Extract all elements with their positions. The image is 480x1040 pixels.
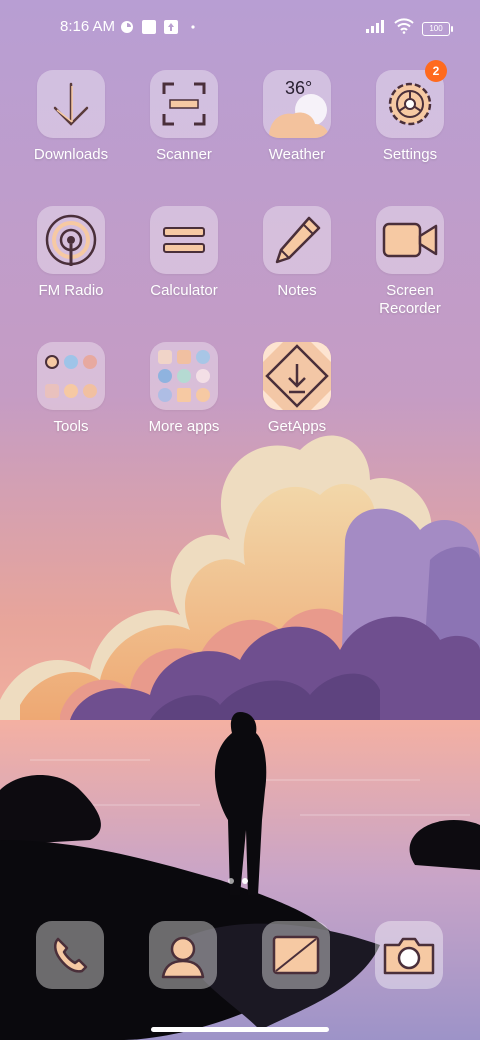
app-settings[interactable]: 2 Settings	[355, 60, 465, 164]
folder-app-icon	[196, 349, 211, 364]
folder-app-icon	[44, 354, 59, 369]
folder-more-apps[interactable]: More apps	[129, 342, 239, 436]
folder-app-icon	[196, 388, 211, 403]
app-getapps[interactable]: GetApps	[242, 342, 352, 436]
app-calculator[interactable]: Calculator	[129, 206, 239, 300]
downloads-icon	[37, 70, 105, 138]
video-camera-icon	[376, 206, 444, 274]
folder-app-icon	[63, 354, 78, 369]
folder-app-icon	[176, 388, 191, 403]
getapps-icon	[263, 342, 331, 410]
page-dot[interactable]	[228, 878, 234, 884]
battery-indicator: 100	[422, 21, 453, 36]
dock-camera[interactable]	[375, 921, 443, 989]
scanner-icon	[150, 70, 218, 138]
app-label: Notes	[277, 282, 317, 299]
phone-icon	[54, 937, 88, 973]
folder-app-icon	[176, 349, 191, 364]
folder-app-icon	[63, 383, 78, 398]
folder-icon	[150, 342, 218, 410]
folder-app-icon	[157, 349, 172, 364]
clock: 8:16 AM	[60, 18, 116, 35]
pencil-icon	[263, 206, 331, 274]
home-indicator[interactable]	[151, 1027, 329, 1032]
wifi-icon	[394, 18, 414, 39]
app-notes[interactable]: Notes	[242, 206, 352, 300]
upload-notification-icon	[164, 20, 178, 39]
camera-icon	[383, 937, 435, 975]
status-bar: 8:16 AM 100	[0, 0, 480, 56]
folder-app-icon	[196, 368, 211, 383]
signal-icon	[366, 19, 386, 38]
folder-app-icon	[157, 388, 172, 403]
weather-icon: 36°	[263, 70, 331, 138]
app-label: Screen Recorder	[379, 282, 441, 317]
dock-phone[interactable]	[36, 921, 104, 989]
more-notifications-dot-icon	[186, 20, 200, 39]
app-scanner[interactable]: Scanner	[129, 70, 239, 164]
square-notification-icon	[142, 20, 156, 39]
folder-app-icon	[44, 383, 59, 398]
folder-tools[interactable]: Tools	[16, 342, 126, 436]
app-label: Weather	[268, 146, 326, 163]
app-label: Tools	[53, 418, 89, 435]
app-label: Scanner	[156, 146, 212, 163]
notification-badge: 2	[425, 60, 447, 82]
page-indicator	[228, 878, 248, 884]
app-notification-icon	[120, 20, 134, 39]
folder-app-icon	[83, 383, 98, 398]
app-fm-radio[interactable]: FM Radio	[16, 206, 126, 300]
weather-temperature: 36°	[285, 78, 313, 98]
radio-icon	[37, 206, 105, 274]
app-weather[interactable]: 36° Weather	[242, 70, 352, 164]
app-label: Calculator	[150, 282, 218, 299]
dock-messages[interactable]	[262, 921, 330, 989]
app-label: FM Radio	[38, 282, 104, 299]
messages-icon	[272, 935, 320, 975]
page-dot-active[interactable]	[242, 878, 248, 884]
folder-app-icon	[83, 354, 98, 369]
app-downloads[interactable]: Downloads	[16, 70, 126, 164]
app-screen-recorder[interactable]: Screen Recorder	[355, 206, 465, 318]
contacts-icon	[161, 936, 205, 979]
folder-app-icon	[157, 368, 172, 383]
system-icons: 100	[366, 18, 453, 39]
folder-app-icon	[176, 368, 191, 383]
app-label: More apps	[148, 418, 220, 435]
app-label: Downloads	[33, 146, 109, 163]
calculator-icon	[150, 206, 218, 274]
notification-icons	[120, 20, 200, 39]
app-label: GetApps	[267, 418, 327, 435]
folder-icon	[37, 342, 105, 410]
dock-contacts[interactable]	[149, 921, 217, 989]
app-label: Settings	[382, 146, 438, 163]
